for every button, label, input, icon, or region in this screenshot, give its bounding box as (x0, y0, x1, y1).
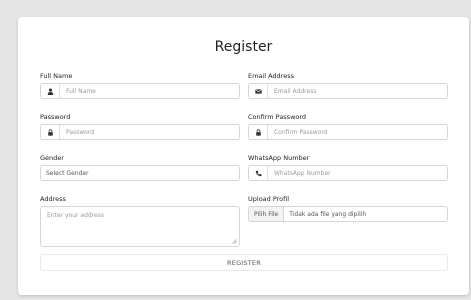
confirm-password-field[interactable]: Confirm Password (248, 124, 448, 140)
password-label: Password (40, 113, 71, 121)
confirm-password-input[interactable]: Confirm Password (268, 125, 328, 139)
whatsapp-input[interactable]: WhatsApp Number (268, 166, 331, 180)
gender-select[interactable]: Select Gender (40, 165, 240, 181)
gender-select-value: Select Gender (46, 169, 89, 177)
password-field[interactable]: Password (40, 124, 240, 140)
user-icon (41, 84, 60, 98)
address-textarea[interactable]: Enter your address (40, 206, 240, 247)
gender-label: Gender (40, 154, 64, 162)
address-placeholder: Enter your address (47, 212, 104, 219)
address-label: Address (40, 195, 66, 203)
password-input[interactable]: Password (60, 125, 94, 139)
full-name-input[interactable]: Full Name (60, 84, 96, 98)
lock-icon (249, 125, 268, 139)
register-button[interactable]: REGISTER (40, 254, 448, 271)
envelope-icon (249, 84, 268, 98)
choose-file-button[interactable]: Pilih File (249, 207, 285, 221)
lock-icon (41, 125, 60, 139)
form-title: Register (214, 39, 273, 55)
whatsapp-field[interactable]: WhatsApp Number (248, 165, 448, 181)
email-field[interactable]: Email Address (248, 83, 448, 99)
full-name-label: Full Name (40, 72, 73, 80)
upload-label: Upload Profil (248, 195, 290, 203)
email-label: Email Address (248, 72, 294, 80)
file-status: Tidak ada file yang dipilih (289, 210, 367, 218)
upload-field[interactable]: Pilih File Tidak ada file yang dipilih (248, 206, 448, 222)
whatsapp-label: WhatsApp Number (248, 154, 310, 162)
phone-icon (249, 166, 268, 180)
resize-handle-icon[interactable] (232, 239, 237, 244)
register-card: Register Full Name Full Name Email Addre… (18, 17, 469, 295)
confirm-password-label: Confirm Password (248, 113, 307, 121)
email-input[interactable]: Email Address (268, 84, 316, 98)
full-name-field[interactable]: Full Name (40, 83, 240, 99)
